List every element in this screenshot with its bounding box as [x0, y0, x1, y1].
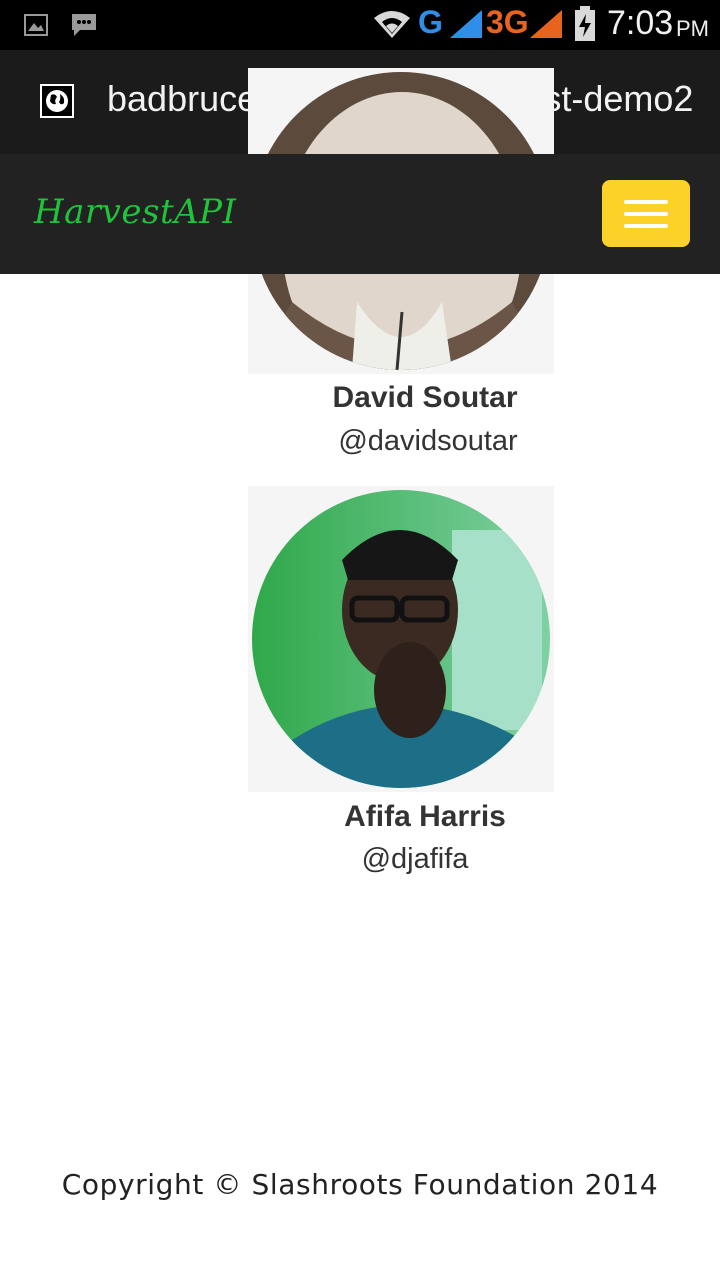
- team-member-handle[interactable]: @davidsoutar: [68, 425, 720, 458]
- message-icon: [72, 14, 96, 36]
- status-bar: G 3G 7:03 PM: [0, 0, 720, 50]
- footer-copyright: Copyright © Slashroots Foundation 2014: [61, 1168, 659, 1201]
- team-member-handle[interactable]: @djafifa: [55, 843, 720, 876]
- hamburger-icon: [624, 200, 668, 204]
- team-member-name: Afifa Harris: [344, 800, 506, 833]
- clock-time: 7:03: [607, 4, 674, 42]
- site-navbar: HarvestAPI: [0, 154, 720, 274]
- battery-charging-icon: [575, 6, 595, 41]
- avatar: [252, 490, 550, 788]
- signal-icon: [450, 10, 482, 38]
- clock-ampm: PM: [676, 16, 709, 41]
- hamburger-icon-line: [624, 224, 668, 228]
- gallery-icon: [24, 14, 48, 36]
- signal-icon-2: [530, 10, 562, 38]
- menu-toggle-button[interactable]: [602, 180, 690, 247]
- hamburger-icon-line: [624, 212, 668, 216]
- team-member-avatar: [248, 486, 554, 792]
- network-type-g: G: [418, 4, 443, 40]
- team-member-name: David Soutar: [332, 381, 518, 414]
- network-type-3g: 3G: [486, 4, 529, 40]
- wifi-icon: [374, 11, 410, 38]
- brand-logo[interactable]: HarvestAPI: [34, 192, 236, 232]
- globe-icon: [40, 84, 74, 118]
